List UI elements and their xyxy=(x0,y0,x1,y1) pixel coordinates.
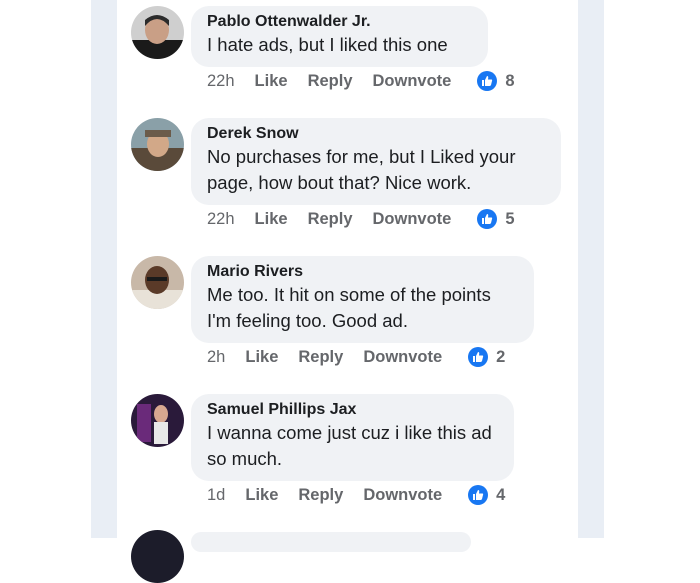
avatar[interactable] xyxy=(131,394,184,447)
right-side-panel xyxy=(578,0,604,538)
comment-author[interactable]: Pablo Ottenwalder Jr. xyxy=(207,12,474,32)
reaction-count[interactable]: 5 xyxy=(477,209,515,229)
avatar[interactable] xyxy=(131,256,184,309)
comment-thread: Pablo Ottenwalder Jr. I hate ads, but I … xyxy=(117,0,578,583)
reaction-count[interactable]: 8 xyxy=(477,71,515,91)
like-count: 2 xyxy=(496,347,506,366)
reaction-count[interactable]: 4 xyxy=(468,485,505,505)
downvote-button[interactable]: Downvote xyxy=(363,486,442,505)
thumbs-up-icon xyxy=(477,71,498,91)
avatar[interactable] xyxy=(131,118,184,171)
comment-text: Me too. It hit on some of the points I'm… xyxy=(207,284,491,331)
comment-time[interactable]: 1d xyxy=(207,486,225,505)
comment-bubble: Mario Rivers Me too. It hit on some of t… xyxy=(191,256,534,343)
comment-author[interactable]: Mario Rivers xyxy=(207,262,520,282)
like-count: 5 xyxy=(505,209,515,228)
reply-button[interactable]: Reply xyxy=(308,210,353,229)
comment-actions: 1d Like Reply Downvote 4 xyxy=(207,484,505,506)
avatar[interactable] xyxy=(131,6,184,59)
left-side-panel xyxy=(91,0,117,538)
downvote-button[interactable]: Downvote xyxy=(363,348,442,367)
like-button[interactable]: Like xyxy=(245,348,278,367)
comment-author[interactable]: Derek Snow xyxy=(207,124,547,144)
reaction-count[interactable]: 2 xyxy=(468,347,505,367)
reply-button[interactable]: Reply xyxy=(308,72,353,91)
downvote-button[interactable]: Downvote xyxy=(373,210,452,229)
comment-text: I hate ads, but I liked this one xyxy=(207,34,448,55)
thumbs-up-icon xyxy=(477,209,498,229)
comment-text: I wanna come just cuz i like this ad so … xyxy=(207,422,492,469)
comment-actions: 22h Like Reply Downvote 5 xyxy=(207,208,515,230)
like-button[interactable]: Like xyxy=(255,210,288,229)
thumbs-up-icon xyxy=(468,347,489,367)
comment-bubble: Derek Snow No purchases for me, but I Li… xyxy=(191,118,561,205)
comment-time[interactable]: 22h xyxy=(207,72,235,91)
comment-bubble xyxy=(191,532,471,552)
reply-button[interactable]: Reply xyxy=(298,348,343,367)
comment-author[interactable]: Samuel Phillips Jax xyxy=(207,400,500,420)
comment-bubble: Samuel Phillips Jax I wanna come just cu… xyxy=(191,394,514,481)
downvote-button[interactable]: Downvote xyxy=(373,72,452,91)
comment-time[interactable]: 2h xyxy=(207,348,225,367)
comment-actions: 22h Like Reply Downvote 8 xyxy=(207,70,515,92)
thumbs-up-icon xyxy=(468,485,489,505)
like-button[interactable]: Like xyxy=(245,486,278,505)
like-count: 8 xyxy=(505,71,515,90)
reply-button[interactable]: Reply xyxy=(298,486,343,505)
like-button[interactable]: Like xyxy=(255,72,288,91)
comment-actions: 2h Like Reply Downvote 2 xyxy=(207,346,505,368)
comment-bubble: Pablo Ottenwalder Jr. I hate ads, but I … xyxy=(191,6,488,67)
comment-text: No purchases for me, but I Liked your pa… xyxy=(207,146,516,193)
like-count: 4 xyxy=(496,485,506,504)
comment-time[interactable]: 22h xyxy=(207,210,235,229)
